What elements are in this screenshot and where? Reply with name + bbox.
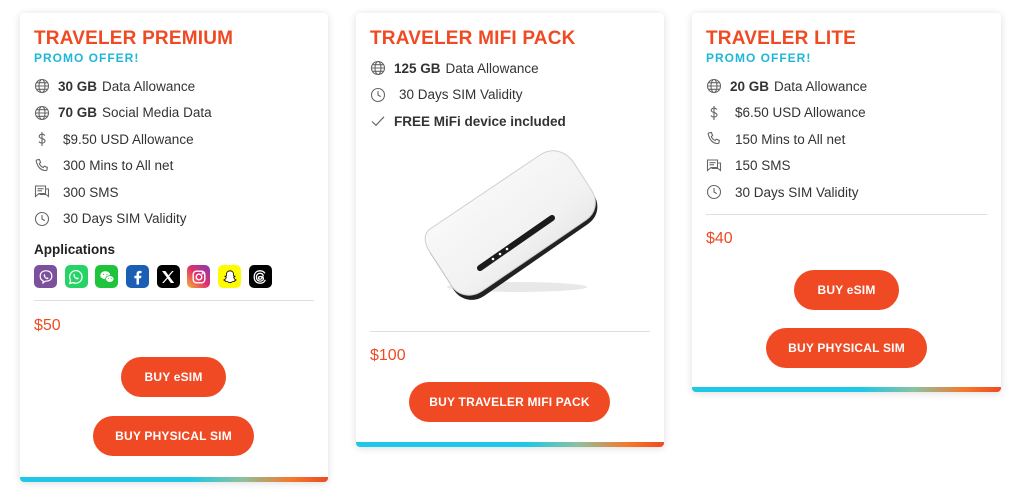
feature-item: $6.50 USD Allowance	[706, 100, 987, 127]
divider	[706, 213, 987, 215]
clock-icon	[706, 184, 722, 200]
buy-traveler-mifi-pack-button[interactable]: BUY TRAVELER MIFI PACK	[409, 382, 610, 422]
phone-icon	[706, 131, 722, 147]
sms-icon	[706, 158, 722, 174]
feature-amount: 30 GB	[58, 78, 98, 94]
feature-item: FREE MiFi device included	[370, 108, 650, 135]
clock-icon	[34, 211, 50, 227]
feature-item: 150 Mins to All net	[706, 126, 987, 153]
buy-physical-sim-button[interactable]: BUY PHYSICAL SIM	[766, 328, 927, 368]
viber-icon	[34, 265, 57, 288]
feature-item: 150 SMS	[706, 153, 987, 180]
globe-icon	[370, 60, 386, 76]
x-icon	[156, 265, 180, 288]
plan-title: TRAVELER PREMIUM	[34, 28, 234, 49]
check-icon	[370, 113, 386, 129]
plan-price: $100	[370, 347, 406, 364]
buy-esim-button[interactable]: BUY eSIM	[121, 357, 226, 397]
feature-label: Data Allowance	[774, 78, 868, 94]
feature-list: 30 GB Data Allowance 70 GB Social Media Da…	[34, 73, 314, 232]
phone-icon	[34, 158, 50, 174]
feature-item: 30 GB Data Allowance	[34, 73, 314, 100]
instagram-icon	[187, 265, 211, 288]
feature-label: Social Media Data	[102, 105, 212, 121]
snapchat-icon	[218, 265, 242, 288]
applications-heading: Applications	[34, 242, 116, 257]
feature-label: 150 Mins to All net	[735, 131, 846, 147]
feature-item: 300 SMS	[34, 179, 314, 206]
feature-label: 30 Days SIM Validity	[399, 87, 523, 103]
dollar-icon	[34, 131, 50, 147]
plan-price: $50	[34, 317, 61, 334]
sms-icon	[34, 184, 50, 200]
card-accent-bar	[356, 442, 664, 447]
feature-amount: 70 GB	[58, 105, 98, 121]
feature-amount: 20 GB	[730, 78, 770, 94]
facebook-icon	[126, 265, 150, 288]
feature-amount: 125 GB	[394, 60, 441, 76]
clock-icon	[370, 87, 386, 103]
buy-physical-sim-button[interactable]: BUY PHYSICAL SIM	[93, 416, 254, 456]
whatsapp-icon	[64, 265, 88, 288]
feature-item: 30 Days SIM Validity	[370, 82, 650, 109]
globe-icon	[34, 78, 50, 94]
feature-label: Data Allowance	[445, 60, 539, 76]
divider	[34, 300, 314, 301]
plan-title: TRAVELER MIFI PACK	[370, 28, 576, 49]
feature-list: 20 GB Data Allowance $6.50 USD Allowance …	[706, 73, 987, 206]
buy-esim-button[interactable]: BUY eSIM	[794, 270, 899, 310]
card-accent-bar	[20, 477, 328, 482]
wechat-icon	[95, 265, 119, 288]
feature-label: 30 Days SIM Validity	[63, 211, 187, 227]
globe-icon	[34, 105, 50, 121]
plan-card-traveler-premium: TRAVELER PREMIUM PROMO OFFER! 30 GB Data …	[20, 13, 328, 482]
feature-item: $9.50 USD Allowance	[34, 126, 314, 153]
feature-label: $9.50 USD Allowance	[63, 131, 194, 147]
feature-item: 300 Mins to All net	[34, 153, 314, 180]
feature-label: Data Allowance	[102, 78, 196, 94]
feature-list: 125 GB Data Allowance 30 Days SIM Validit…	[370, 55, 650, 135]
feature-label: 300 Mins to All net	[63, 158, 174, 174]
globe-icon	[706, 78, 722, 94]
dollar-icon	[706, 105, 722, 121]
card-accent-bar	[692, 387, 1001, 392]
plan-card-traveler-lite: TRAVELER LITE PROMO OFFER! 20 GB Data All…	[692, 13, 1001, 392]
plan-price: $40	[706, 229, 733, 247]
plan-card-traveler-mifi-pack: TRAVELER MIFI PACK 125 GB Data Allowance …	[356, 13, 664, 447]
plan-title: TRAVELER LITE	[706, 28, 857, 49]
feature-label: 30 Days SIM Validity	[735, 184, 859, 200]
applications-list	[34, 265, 314, 288]
feature-amount: FREE MiFi device included	[394, 113, 566, 129]
threads-icon	[248, 265, 272, 288]
feature-label: 150 SMS	[735, 158, 791, 174]
feature-item: 20 GB Data Allowance	[706, 73, 987, 100]
divider	[370, 331, 650, 332]
feature-item: 125 GB Data Allowance	[370, 55, 650, 82]
feature-item: 30 Days SIM Validity	[706, 179, 987, 206]
feature-item: 70 GB Social Media Data	[34, 100, 314, 127]
promo-badge: PROMO OFFER!	[706, 51, 812, 65]
feature-label: 300 SMS	[63, 184, 119, 200]
feature-label: $6.50 USD Allowance	[735, 105, 866, 121]
promo-badge: PROMO OFFER!	[34, 51, 140, 65]
mifi-device-image	[422, 141, 602, 301]
feature-item: 30 Days SIM Validity	[34, 206, 314, 233]
